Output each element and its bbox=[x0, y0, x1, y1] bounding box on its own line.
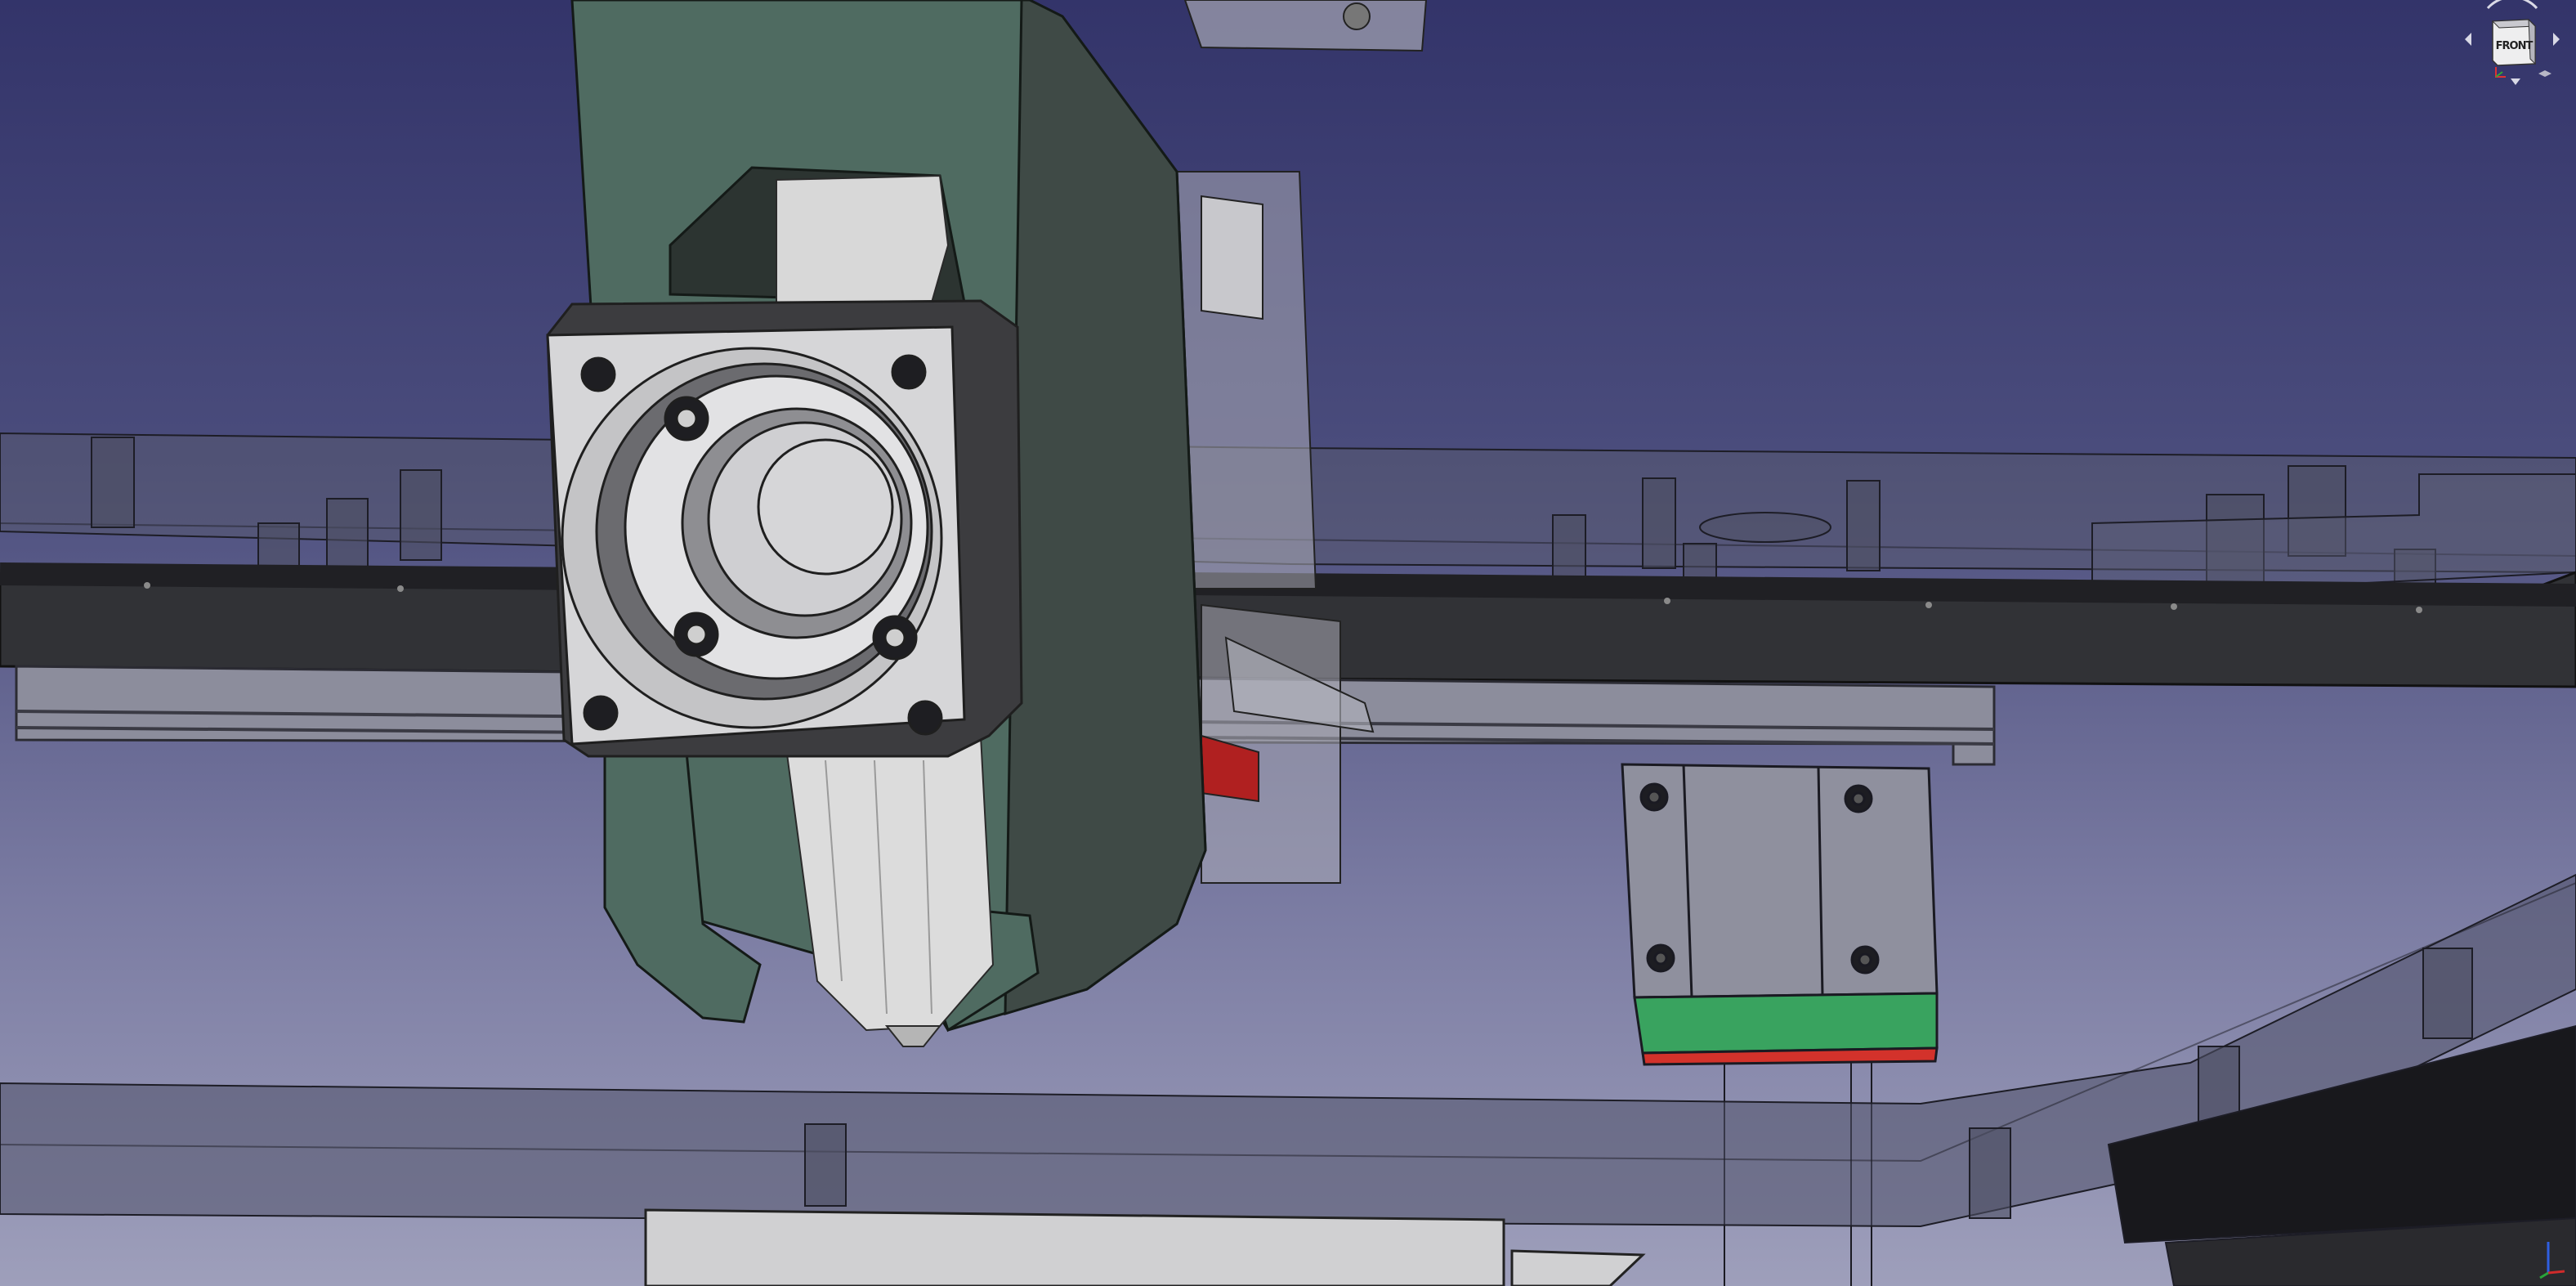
3d-viewport[interactable] bbox=[0, 0, 2576, 1286]
top-bracket bbox=[1175, 0, 1428, 884]
rotate-right-icon[interactable] bbox=[2553, 33, 2560, 46]
axis-triad-icon bbox=[2539, 1242, 2565, 1279]
navcube-face-label[interactable]: FRONT bbox=[2496, 40, 2534, 52]
bottom-frame bbox=[0, 873, 2576, 1286]
rotate-left-icon[interactable] bbox=[2465, 33, 2471, 46]
fan-plate bbox=[546, 299, 1023, 758]
view-cube-icon[interactable]: FRONT bbox=[2463, 0, 2561, 98]
